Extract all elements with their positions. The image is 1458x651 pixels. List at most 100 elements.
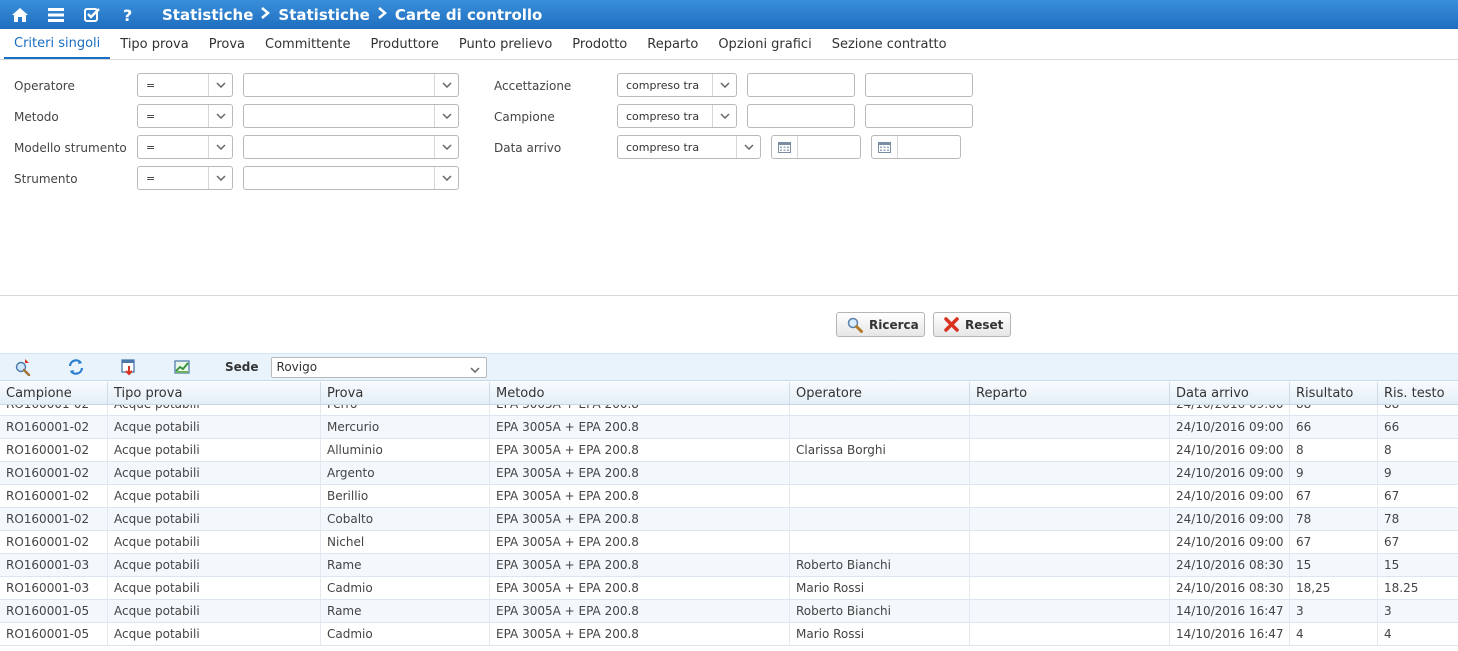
help-icon[interactable]: ? [110,0,146,29]
cell-metodo: EPA 3005A + EPA 200.8 [490,462,790,484]
calendar-icon[interactable] [872,136,898,158]
cell-tipo-prova: Acque potabili [108,462,321,484]
cell-operatore [790,531,970,553]
cell-operatore [790,416,970,438]
table-row[interactable]: RO160001-02 Acque potabili Nichel EPA 3005A… [0,531,1458,554]
cell-metodo: EPA 3005A + EPA 200.8 [490,439,790,461]
table-row[interactable]: RO160001-03 Acque potabili Cadmio EPA 3005A… [0,577,1458,600]
cell-reparto [970,416,1170,438]
data-arrivo-operator-select[interactable]: compreso tra [617,135,761,159]
tab-prodotto[interactable]: Prodotto [562,29,637,59]
cell-prova: Alluminio [321,439,490,461]
tab-tipo-prova[interactable]: Tipo prova [110,29,198,59]
menu-icon[interactable] [38,0,74,29]
table-row[interactable]: RO160001-03 Acque potabili Rame EPA 3005A +… [0,554,1458,577]
cell-reparto [970,462,1170,484]
column-header-tipo-prova[interactable]: Tipo prova [108,382,321,404]
cell-prova: Rame [321,554,490,576]
accettazione-operator-select[interactable]: compreso tra [617,73,737,97]
cell-operatore [790,485,970,507]
data-arrivo-from-input[interactable] [771,135,861,159]
cell-reparto [970,405,1170,415]
column-header-data-arrivo[interactable]: Data arrivo [1170,382,1290,404]
red-x-icon [944,317,959,332]
column-header-operatore[interactable]: Operatore [790,382,970,404]
table-row[interactable]: RO160001-02Acque potabiliFerroEPA 3005A … [0,405,1458,416]
cell-data-arrivo: 24/10/2016 08:30 [1170,554,1290,576]
cell-data-arrivo: 24/10/2016 09:00 [1170,531,1290,553]
metodo-operator-select[interactable]: = [137,104,233,128]
table-row[interactable]: RO160001-02 Acque potabili Mercurio EPA 300… [0,416,1458,439]
operatore-value-select[interactable] [243,73,459,97]
campione-to-input[interactable] [865,104,973,128]
grid-body: RO160001-02Acque potabiliFerroEPA 3005A … [0,405,1458,651]
strumento-value-select[interactable] [243,166,459,190]
tab-produttore[interactable]: Produttore [361,29,449,59]
column-header-prova[interactable]: Prova [321,382,490,404]
cell-metodo: EPA 3005A + EPA 200.8 [490,554,790,576]
tab-sezione-contratto[interactable]: Sezione contratto [822,29,957,59]
check-square-icon[interactable] [74,0,110,29]
strumento-operator-select[interactable]: = [137,166,233,190]
reset-button[interactable]: Reset [933,312,1011,337]
tab-opzioni-grafici[interactable]: Opzioni grafici [708,29,821,59]
cell-metodo: EPA 3005A + EPA 200.8 [490,531,790,553]
refresh-icon[interactable] [67,358,85,376]
cell-data-arrivo: 24/10/2016 09:00 [1170,416,1290,438]
metodo-value-select[interactable] [243,104,459,128]
top-bar: ? Statistiche Statistiche Carte di contr… [0,0,1458,29]
table-row[interactable]: RO160001-05 Acque potabili Cadmio EPA 3005A… [0,623,1458,646]
campione-operator-select[interactable]: compreso tra [617,104,737,128]
accettazione-to-input[interactable] [865,73,973,97]
cell-ris-testo: 88 [1378,405,1458,415]
cell-tipo-prova: Acque potabili [108,577,321,599]
cell-campione: RO160001-02 [0,416,108,438]
grid-toolbar: Sede Rovigo [0,353,1458,381]
cell-reparto [970,577,1170,599]
cell-operatore [790,405,970,415]
chart-icon[interactable] [173,358,191,376]
cell-data-arrivo: 14/10/2016 16:47 [1170,623,1290,645]
tab-committente[interactable]: Committente [255,29,361,59]
data-arrivo-to-input[interactable] [871,135,961,159]
zoom-export-icon[interactable] [14,358,32,376]
column-header-reparto[interactable]: Reparto [970,382,1170,404]
column-header-ris-testo[interactable]: Ris. testo [1378,382,1458,404]
table-row[interactable]: RO160001-02 Acque potabili Berillio EPA 300… [0,485,1458,508]
sede-select[interactable]: Rovigo [270,356,487,378]
cell-operatore [790,462,970,484]
search-button[interactable]: Ricerca [836,312,925,337]
modello-strumento-value-select[interactable] [243,135,459,159]
chevron-right-icon [378,6,387,23]
column-header-campione[interactable]: Campione [0,382,108,404]
breadcrumb-item[interactable]: Statistiche [162,6,253,24]
reset-button-label: Reset [965,317,1004,332]
campione-from-input[interactable] [747,104,855,128]
table-row[interactable]: RO160001-02 Acque potabili Alluminio EPA 30… [0,439,1458,462]
chevron-right-icon [261,6,271,23]
cell-reparto [970,554,1170,576]
cell-campione: RO160001-02 [0,508,108,530]
calendar-icon[interactable] [772,136,798,158]
cell-reparto [970,439,1170,461]
cell-ris-testo: 9 [1384,466,1392,480]
cell-metodo: EPA 3005A + EPA 200.8 [490,416,790,438]
column-header-risultato[interactable]: Risultato [1290,382,1378,404]
table-row[interactable]: RO160001-05 Acque potabili Rame EPA 3005A +… [0,600,1458,623]
campione-label: Campione [494,110,555,124]
chevron-down-icon [208,136,232,158]
accettazione-from-input[interactable] [747,73,855,97]
breadcrumb-item[interactable]: Statistiche [278,6,369,24]
cell-ris-testo: 66 [1384,420,1400,434]
operatore-operator-select[interactable]: = [137,73,233,97]
tab-reparto[interactable]: Reparto [637,29,708,59]
tab-prova[interactable]: Prova [199,29,255,59]
tab-criteri-singoli[interactable]: Criteri singoli [4,29,111,59]
download-icon[interactable] [120,358,138,376]
table-row[interactable]: RO160001-02 Acque potabili Cobalto EPA 3005… [0,508,1458,531]
modello-strumento-operator-select[interactable]: = [137,135,233,159]
tab-punto-prelievo[interactable]: Punto prelievo [449,29,562,59]
table-row[interactable]: RO160001-02 Acque potabili Argento EPA 3005… [0,462,1458,485]
column-header-metodo[interactable]: Metodo [490,382,790,404]
home-icon[interactable] [2,0,38,29]
